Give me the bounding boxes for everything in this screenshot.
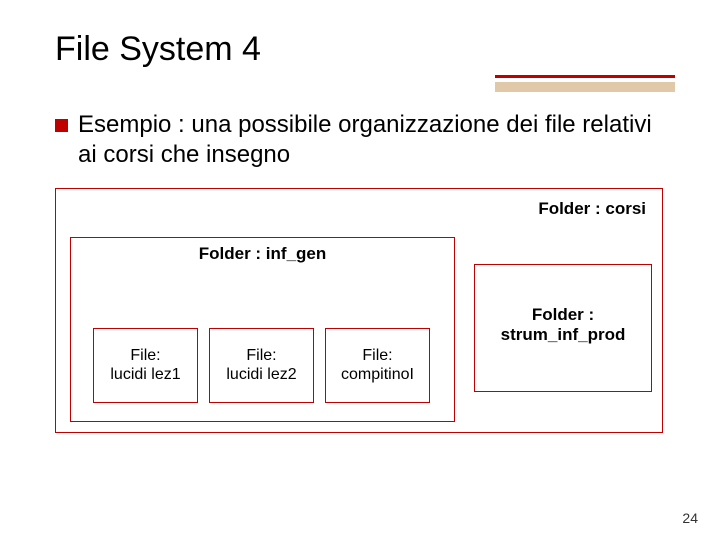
page-number: 24 (682, 510, 698, 526)
folder-strum-label-line1: Folder : (532, 305, 594, 324)
file3-label-line2: compitinoI (341, 366, 414, 383)
title-underline (55, 75, 675, 92)
folder-strum-box: Folder : strum_inf_prod (474, 264, 652, 392)
file1-label-line2: lucidi lez1 (110, 366, 180, 383)
folder-infgen-label: Folder : inf_gen (71, 244, 454, 264)
bullet-text: Esempio : una possibile organizzazione d… (78, 110, 665, 170)
file-box-1: File: lucidi lez1 (93, 328, 198, 403)
underline-thick (495, 82, 675, 92)
file1-label-line1: File: (130, 347, 160, 364)
folder-diagram: Folder : corsi Folder : inf_gen File: lu… (55, 188, 665, 436)
folder-infgen-box: Folder : inf_gen File: lucidi lez1 File:… (70, 237, 455, 422)
folder-corsi-box: Folder : corsi Folder : inf_gen File: lu… (55, 188, 663, 433)
bullet-icon (55, 119, 68, 132)
slide: File System 4 Esempio : una possibile or… (0, 0, 720, 540)
folder-corsi-label: Folder : corsi (538, 199, 646, 219)
file3-label-line1: File: (362, 347, 392, 364)
underline-thin (495, 75, 675, 78)
file2-label-line1: File: (246, 347, 276, 364)
folder-strum-label-line2: strum_inf_prod (501, 325, 626, 344)
file-box-2: File: lucidi lez2 (209, 328, 314, 403)
bullet-row: Esempio : una possibile organizzazione d… (55, 110, 665, 170)
file-box-3: File: compitinoI (325, 328, 430, 403)
file2-label-line2: lucidi lez2 (226, 366, 296, 383)
slide-title: File System 4 (55, 30, 665, 69)
